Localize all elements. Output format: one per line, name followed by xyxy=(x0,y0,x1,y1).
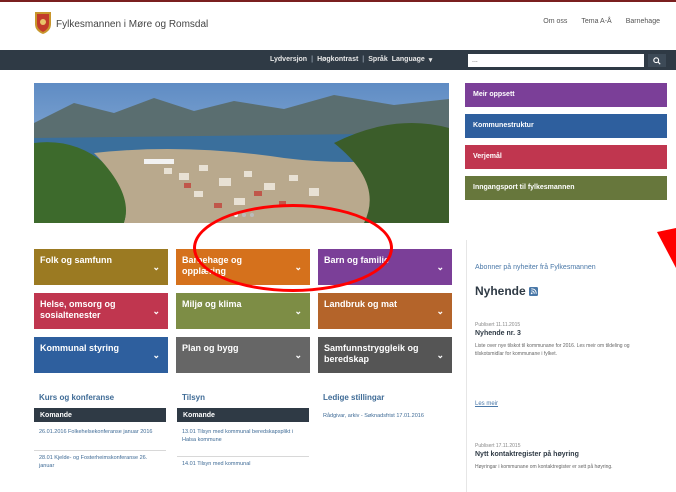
tile-kommunal-styring[interactable]: Kommunal styring ⌄ xyxy=(34,337,168,373)
news-title[interactable]: Nytt kontaktregister på høyring xyxy=(475,451,579,458)
news-title[interactable]: Nyhende nr. 3 xyxy=(475,330,521,337)
column-title[interactable]: Kurs og konferanse xyxy=(39,393,114,402)
side-button-1[interactable]: Meir oppsett xyxy=(465,83,667,107)
rss-icon[interactable] xyxy=(529,287,539,297)
chevron-down-icon: ⌄ xyxy=(436,262,444,272)
annotation-ellipse xyxy=(193,204,393,292)
column-inspections: Tilsyn Komande 13.01 Tilsyn med kommunal… xyxy=(177,388,309,492)
coat-of-arms-logo[interactable] xyxy=(34,11,52,35)
annotation-arrow xyxy=(657,228,676,268)
column-jobs: Ledige stillingar Rådgivar, arkiv - Søkn… xyxy=(318,388,452,492)
tile-helse[interactable]: Helse, omsorg og sosialtenester ⌄ xyxy=(34,293,168,329)
header-link-third[interactable]: Barnehage xyxy=(626,18,660,25)
header-link-about[interactable]: Om oss xyxy=(543,18,567,25)
news-date: Publisert 17.11.2015 xyxy=(475,443,521,449)
side-button-label: Verjemål xyxy=(473,153,502,160)
list-item[interactable]: 26.01.2016 Folkehelsekonferanse januar 2… xyxy=(39,428,163,436)
search-input[interactable] xyxy=(468,54,644,67)
chevron-down-icon: ▾ xyxy=(428,57,433,64)
news-date: Publisert 11.11.2015 xyxy=(475,322,521,328)
divider xyxy=(177,456,309,457)
tile-plan-og-bygg[interactable]: Plan og bygg ⌄ xyxy=(176,337,310,373)
side-button-3[interactable]: Verjemål xyxy=(465,145,667,169)
tile-folk-og-samfunn[interactable]: Folk og samfunn ⌄ xyxy=(34,249,168,285)
news-heading-text: Nyhende xyxy=(475,284,526,298)
tile-label: Helse, omsorg og sosialtenester xyxy=(40,299,116,320)
divider xyxy=(34,450,166,451)
news-panel: Abonner på nyheiter frå Fylkesmannen Nyh… xyxy=(466,240,661,492)
column-title[interactable]: Ledige stillingar xyxy=(323,393,384,402)
tile-samfunnstryggleik[interactable]: Samfunnstryggleik og beredskap ⌄ xyxy=(318,337,452,373)
chevron-down-icon: ⌄ xyxy=(294,306,302,316)
news-subscribe-link[interactable]: Abonner på nyheiter frå Fylkesmannen xyxy=(475,264,596,271)
tile-landbruk[interactable]: Landbruk og mat ⌄ xyxy=(318,293,452,329)
news-body: Liste over nye tilskot til kommunane for… xyxy=(475,343,630,357)
search-icon xyxy=(653,56,661,65)
side-button-label: Inngangsport til fylkesmannen xyxy=(473,184,575,191)
city-landscape-photo xyxy=(34,83,449,223)
nav-separator: | xyxy=(311,56,314,63)
search-button[interactable] xyxy=(648,54,666,67)
tile-label: Plan og bygg xyxy=(182,343,239,353)
nav-link-audio[interactable]: Lydversjon xyxy=(270,56,307,64)
chevron-down-icon: ⌄ xyxy=(152,262,160,272)
side-button-2[interactable]: Kommunestruktur xyxy=(465,114,667,138)
tile-label: Folk og samfunn xyxy=(40,255,112,265)
nav-link-language-size[interactable]: Språk xyxy=(368,56,387,64)
tile-label: Miljø og klima xyxy=(182,299,242,309)
tile-label: Samfunnstryggleik og beredskap xyxy=(324,343,419,364)
hero-image[interactable] xyxy=(34,83,449,223)
tile-label: Kommunal styring xyxy=(40,343,120,353)
side-button-4[interactable]: Inngangsport til fylkesmannen xyxy=(465,176,667,200)
chevron-down-icon: ⌄ xyxy=(436,306,444,316)
chevron-down-icon: ⌄ xyxy=(152,306,160,316)
list-item[interactable]: 14.01 Tilsyn med kommunal xyxy=(182,460,306,468)
list-item[interactable]: Rådgivar, arkiv - Søknadsfrist 17.01.201… xyxy=(323,412,433,420)
chevron-down-icon: ⌄ xyxy=(152,350,160,360)
column-courses: Kurs og konferanse Komande 26.01.2016 Fo… xyxy=(34,388,166,492)
chevron-down-icon: ⌄ xyxy=(294,350,302,360)
column-title[interactable]: Tilsyn xyxy=(182,393,205,402)
chevron-down-icon: ⌄ xyxy=(436,350,444,360)
side-button-label: Kommunestruktur xyxy=(473,122,534,129)
news-heading: Nyhende xyxy=(475,284,539,298)
header-link-topics[interactable]: Tema A-Å xyxy=(581,18,611,25)
accessibility-links: Lydversjon | Høgkontrast | Språk Languag… xyxy=(270,56,432,64)
nav-separator: | xyxy=(362,56,365,63)
nav-link-contrast[interactable]: Høgkontrast xyxy=(317,56,358,64)
tile-miljo[interactable]: Miljø og klima ⌄ xyxy=(176,293,310,329)
news-body: Høyringar i kommunane om kontaktregister… xyxy=(475,464,613,470)
news-more-link[interactable]: Les meir xyxy=(475,401,498,407)
site-title[interactable]: Fylkesmannen i Møre og Romsdal xyxy=(56,19,208,30)
tile-label: Landbruk og mat xyxy=(324,299,398,309)
nav-link-language[interactable]: Language xyxy=(392,56,425,64)
column-bar: Komande xyxy=(177,408,309,422)
site-header: Fylkesmannen i Møre og Romsdal Om oss Te… xyxy=(0,2,676,46)
header-links: Om oss Tema A-Å Barnehage xyxy=(543,18,660,25)
list-item[interactable]: 13.01 Tilsyn med kommunal beredskapsplik… xyxy=(182,428,306,444)
list-item[interactable]: 28.01 Kjelde- og Fosterheimskonferanse 2… xyxy=(39,454,163,470)
column-bar: Komande xyxy=(34,408,166,422)
side-button-label: Meir oppsett xyxy=(473,91,515,98)
